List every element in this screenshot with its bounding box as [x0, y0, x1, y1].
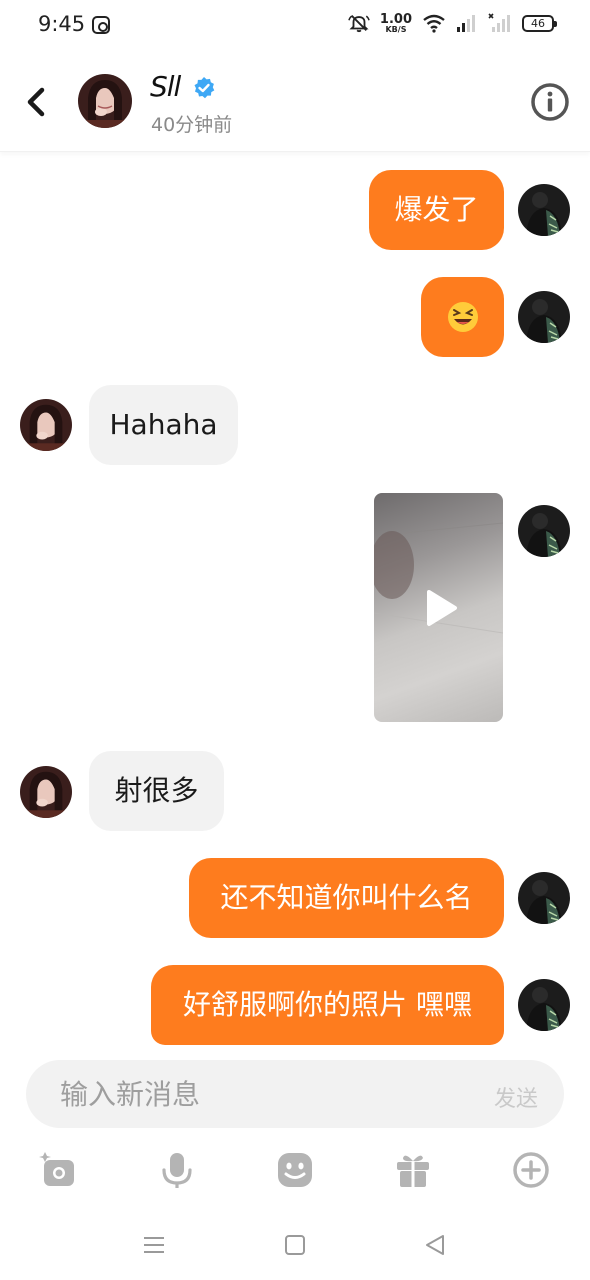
play-icon[interactable] — [417, 586, 461, 630]
message-text: 还不知道你叫什么名 — [220, 881, 473, 914]
contact-avatar[interactable] — [20, 766, 72, 818]
send-button[interactable]: 发送 — [494, 1081, 538, 1113]
network-speed-unit: KB/S — [385, 24, 407, 34]
signal-icon-sim2 — [488, 13, 510, 32]
mute-bell-icon — [348, 15, 370, 33]
message-composer: 发送 — [26, 1060, 564, 1128]
laughing-emoji-icon — [447, 302, 478, 332]
incoming-message-bubble[interactable]: 射很多 — [89, 751, 224, 831]
incoming-message-bubble[interactable]: Hahaha — [89, 385, 238, 465]
outgoing-message-bubble[interactable]: 爆发了 — [369, 170, 504, 250]
my-avatar[interactable] — [518, 979, 570, 1031]
my-avatar[interactable] — [518, 872, 570, 924]
my-avatar[interactable] — [518, 505, 570, 557]
back-arrow-icon[interactable] — [18, 82, 52, 122]
my-avatar[interactable] — [518, 184, 570, 236]
chat-header: Sll 40分钟前 — [0, 52, 590, 152]
status-icons: 1.00 KB/S 46 — [348, 12, 557, 34]
message-text: 好舒服啊你的照片 嘿嘿 — [183, 988, 472, 1021]
contact-avatar[interactable] — [20, 399, 72, 451]
system-nav-bar — [0, 1215, 590, 1275]
outgoing-message-bubble[interactable] — [421, 277, 504, 357]
message-text: 射很多 — [114, 774, 199, 807]
composer-toolbar — [0, 1140, 590, 1200]
wifi-icon — [423, 14, 445, 33]
network-speed: 1.00 KB/S — [380, 13, 412, 34]
contact-avatar[interactable] — [78, 74, 132, 128]
gift-icon[interactable] — [393, 1150, 433, 1190]
camera-icon[interactable] — [38, 1150, 78, 1190]
last-seen-status: 40分钟前 — [151, 114, 233, 136]
home-square-icon[interactable] — [281, 1231, 309, 1259]
message-input[interactable] — [60, 1060, 460, 1128]
microphone-icon[interactable] — [157, 1150, 197, 1190]
menu-icon[interactable] — [140, 1231, 168, 1259]
my-avatar[interactable] — [518, 291, 570, 343]
plus-circle-icon[interactable] — [511, 1150, 551, 1190]
status-bar: 9:45 1.00 KB/S 46 — [0, 0, 590, 52]
instagram-notification-icon — [92, 16, 110, 34]
video-message-thumbnail[interactable] — [374, 493, 503, 722]
network-speed-value: 1.00 — [379, 11, 412, 27]
contact-name[interactable]: Sll — [150, 70, 181, 103]
back-triangle-icon[interactable] — [421, 1231, 449, 1259]
outgoing-message-bubble[interactable]: 还不知道你叫什么名 — [189, 858, 504, 938]
outgoing-message-bubble[interactable]: 好舒服啊你的照片 嘿嘿 — [151, 965, 504, 1045]
message-text: 爆发了 — [394, 193, 479, 226]
info-icon[interactable] — [530, 82, 570, 122]
emoji-icon[interactable] — [275, 1150, 315, 1190]
verified-badge-icon — [194, 77, 215, 99]
status-time: 9:45 — [38, 12, 86, 36]
battery-icon: 46 — [522, 14, 557, 32]
battery-level: 46 — [531, 16, 545, 30]
message-text: Hahaha — [109, 408, 218, 441]
signal-icon-sim1 — [457, 15, 475, 32]
